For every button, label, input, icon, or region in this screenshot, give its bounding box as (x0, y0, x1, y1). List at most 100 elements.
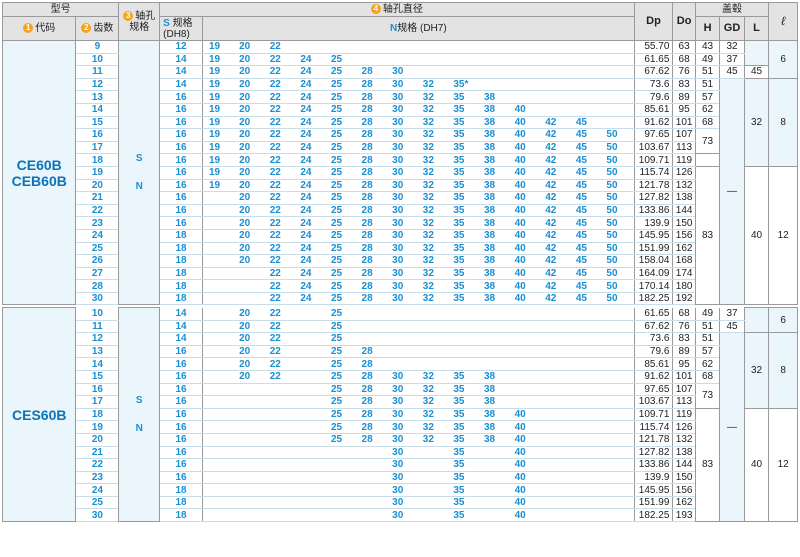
n-bore: 28 (355, 395, 387, 409)
n-bore: 25 (324, 153, 356, 167)
n-bore (569, 332, 601, 346)
n-bore: 28 (355, 357, 387, 371)
h-value: 49 (695, 53, 721, 67)
n-bore: 25 (324, 166, 356, 180)
n-bore (202, 191, 234, 205)
n-bore: 30 (386, 229, 417, 243)
do-value: 144 (672, 458, 696, 472)
n-bore (539, 370, 570, 384)
n-bore (263, 395, 295, 409)
n-bore: 30 (386, 395, 417, 409)
n-bore: 50 (600, 141, 635, 155)
n-bore: 24 (294, 267, 325, 281)
n-bore: 22 (263, 204, 295, 218)
n-bore: 30 (386, 496, 417, 510)
n-bore (202, 383, 234, 397)
n-bore: 38 (477, 166, 509, 180)
teeth-count: 30 (75, 292, 120, 306)
n-bore (294, 357, 325, 371)
s-bore: 16 (159, 471, 203, 485)
n-bore: 32 (416, 103, 448, 117)
badge-3-icon: 3 (123, 10, 134, 21)
n-bore (386, 332, 417, 346)
n-bore: 40 (508, 191, 540, 205)
n-bore: 19 (202, 40, 234, 54)
n-bore: 50 (600, 242, 635, 256)
s-bore: 18 (159, 292, 203, 306)
n-bore (233, 458, 264, 472)
n-bore (355, 471, 387, 485)
n-bore (202, 345, 234, 359)
n-bore (202, 292, 234, 306)
n-bore (569, 320, 601, 334)
n-bore: 24 (294, 90, 325, 104)
n-bore (355, 508, 387, 523)
n-bore (569, 408, 601, 422)
n-bore (569, 370, 601, 384)
n-bore: 19 (202, 78, 234, 92)
teeth-count: 15 (75, 370, 120, 384)
teeth-count: 11 (75, 320, 120, 334)
dp-value: 115.74 (633, 166, 673, 180)
do-value: 126 (672, 420, 696, 434)
do-value: 113 (672, 395, 696, 409)
n-bore (202, 357, 234, 371)
n-bore: 22 (263, 191, 295, 205)
n-bore: 40 (508, 254, 540, 268)
gd-header: GD (719, 16, 745, 41)
n-bore (233, 267, 264, 281)
n-bore (233, 420, 264, 434)
n-bore: 28 (355, 433, 387, 447)
n-bore: 20 (233, 216, 264, 230)
n-bore: 30 (386, 458, 417, 472)
n-bore (233, 395, 264, 409)
dp-value: 85.61 (633, 357, 673, 371)
n-mark: N (135, 180, 143, 192)
n-bore (600, 483, 635, 497)
n-bore (294, 420, 325, 434)
n-bore: 32 (416, 292, 448, 306)
n-bore: 50 (600, 204, 635, 218)
gd-value: 32 (719, 40, 745, 54)
n-bore: 25 (324, 216, 356, 230)
n-bore (477, 332, 509, 346)
n-bore (508, 357, 540, 371)
n-bore: 40 (508, 267, 540, 281)
n-bore: 45 (569, 141, 601, 155)
n-bore: 25 (324, 332, 356, 346)
n-bore: 38 (477, 103, 509, 117)
n-bore: 20 (233, 254, 264, 268)
n-bore: 35 (447, 204, 478, 218)
n-bore (600, 40, 635, 54)
bore-dia-header: 4 轴孔直径 (159, 2, 635, 17)
n-bore: 35 (447, 292, 478, 306)
n-bore: 20 (233, 153, 264, 167)
n-bore (539, 408, 570, 422)
n-bore: 45 (569, 229, 601, 243)
n-bore: 40 (508, 103, 540, 117)
shaft-spec: SN (118, 39, 161, 306)
s-bore: 16 (159, 166, 203, 180)
n-bore: 20 (233, 320, 264, 334)
n-bore (600, 496, 635, 510)
n-bore: 30 (386, 90, 417, 104)
n-bore (447, 332, 478, 346)
n-bore: 38 (477, 395, 509, 409)
l-blank (743, 39, 770, 67)
s-bore: 16 (159, 446, 203, 460)
n-bore: 28 (355, 65, 387, 79)
n-bore: 25 (324, 229, 356, 243)
n-bore (477, 65, 509, 79)
n-bore (569, 103, 601, 117)
n-bore: 24 (294, 166, 325, 180)
n-bore: 24 (294, 116, 325, 130)
n-bore: 24 (294, 179, 325, 193)
n-bore: 32 (416, 128, 448, 142)
s-bore: 16 (159, 90, 203, 104)
n-bore: 50 (600, 166, 635, 180)
n-bore (324, 40, 356, 54)
dp-value: 67.62 (633, 320, 673, 334)
n-bore (233, 483, 264, 497)
n-bore (294, 370, 325, 384)
n-bore: 24 (294, 191, 325, 205)
